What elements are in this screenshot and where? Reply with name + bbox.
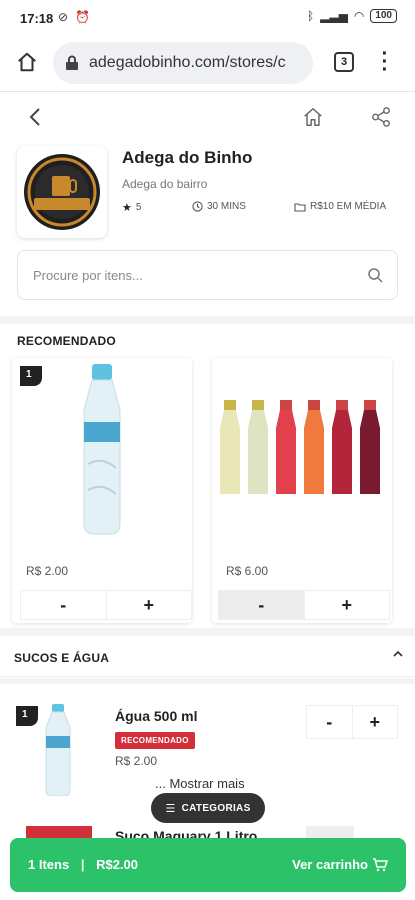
status-right-icons: ᛒ ▂▃▅ ◠ 100: [307, 9, 397, 23]
star-icon: ★: [122, 202, 132, 214]
tab-switcher-button[interactable]: 3: [334, 52, 354, 72]
search-placeholder: Procure por itens...: [33, 268, 143, 283]
decrease-button[interactable]: -: [307, 706, 353, 738]
address-bar[interactable]: adegadobinho.com/stores/c: [53, 42, 313, 84]
category-title: SUCOS E ÁGUA: [14, 651, 110, 665]
quantity-stepper[interactable]: - +: [20, 590, 192, 620]
section-divider: [0, 316, 415, 324]
lock-icon: [66, 55, 78, 70]
browser-toolbar: adegadobinho.com/stores/c 3 · · ·: [0, 36, 415, 92]
cart-bar[interactable]: 1 Itens | R$2.00 Ver carrinho: [10, 838, 406, 892]
increase-button[interactable]: +: [305, 591, 390, 619]
share-icon[interactable]: [370, 106, 392, 128]
delivery-time-value: 30 MINS: [207, 201, 246, 212]
url-text: adegadobinho.com/stores/c: [89, 54, 286, 71]
water-bottle-image: [45, 704, 71, 796]
recommended-card[interactable]: R$ 6.00 - +: [212, 358, 392, 623]
recommended-card[interactable]: 1 R$ 2.00 - +: [12, 358, 192, 623]
soda-bottles-image: [220, 400, 380, 494]
store-logo: [17, 146, 107, 238]
search-icon[interactable]: [367, 267, 383, 283]
cart-items: 1 Itens: [28, 857, 70, 872]
product-price: R$ 2.00: [26, 564, 69, 578]
average-price: R$10 EM MÉDIA: [294, 201, 386, 212]
quantity-badge: 1: [20, 366, 42, 386]
show-more-link[interactable]: ... Mostrar mais: [155, 776, 245, 791]
decrease-button[interactable]: -: [219, 591, 305, 619]
product-name[interactable]: Água 500 ml: [115, 708, 197, 724]
status-bar: 17:18 ⊘ ⏰ ᛒ ▂▃▅ ◠ 100: [0, 0, 415, 36]
categories-button[interactable]: ☰ CATEGORIAS: [151, 793, 265, 823]
rating-value: 5: [135, 202, 142, 213]
product-price: R$ 6.00: [226, 564, 269, 578]
increase-button[interactable]: +: [353, 706, 398, 738]
increase-button[interactable]: +: [107, 591, 192, 619]
signal-icon: ▂▃▅: [320, 9, 348, 23]
recommended-tag: RECOMENDADO: [115, 732, 195, 749]
list-icon: ☰: [165, 802, 176, 815]
store-home-icon[interactable]: [302, 106, 324, 128]
notification-icons: ⊘ ⏰: [58, 10, 93, 24]
search-input[interactable]: Procure por itens...: [17, 250, 398, 300]
water-bottle-image: [83, 364, 121, 535]
back-arrow-icon[interactable]: [24, 104, 46, 130]
average-price-value: R$10 EM MÉDIA: [310, 201, 387, 212]
browser-menu-icon[interactable]: · · ·: [380, 44, 390, 80]
cart-summary: 1 Itens | R$2.00: [28, 857, 138, 872]
bluetooth-icon: ᛒ: [306, 9, 315, 23]
cart-icon: [373, 857, 388, 871]
decrease-button[interactable]: -: [21, 591, 107, 619]
store-logo-image: [24, 154, 100, 230]
wifi-icon: ◠: [353, 9, 365, 23]
store-subtitle: Adega do bairro: [122, 177, 208, 191]
store-rating: ★ 5: [122, 201, 141, 214]
categories-label: CATEGORIAS: [181, 802, 251, 814]
delivery-time: 30 MINS: [192, 201, 246, 212]
view-cart-button[interactable]: Ver carrinho: [292, 857, 388, 872]
battery-icon: 100: [370, 9, 397, 23]
section-divider: [0, 628, 415, 636]
product-price: R$ 2.00: [115, 754, 158, 768]
quantity-badge: 1: [16, 706, 38, 726]
quantity-stepper[interactable]: - +: [218, 590, 390, 620]
cart-separator: |: [80, 857, 85, 872]
recommended-title: RECOMENDADO: [17, 334, 116, 348]
clock-icon: [192, 201, 203, 212]
status-time: 17:18: [20, 11, 54, 26]
browser-home-icon[interactable]: [16, 51, 38, 73]
quantity-stepper[interactable]: - +: [306, 705, 398, 739]
view-cart-label: Ver carrinho: [292, 857, 368, 872]
cart-total: R$2.00: [96, 857, 138, 872]
section-divider: [0, 678, 415, 684]
folder-icon: [294, 202, 306, 212]
chevron-up-icon[interactable]: [392, 648, 404, 660]
store-name: Adega do Binho: [122, 148, 253, 167]
